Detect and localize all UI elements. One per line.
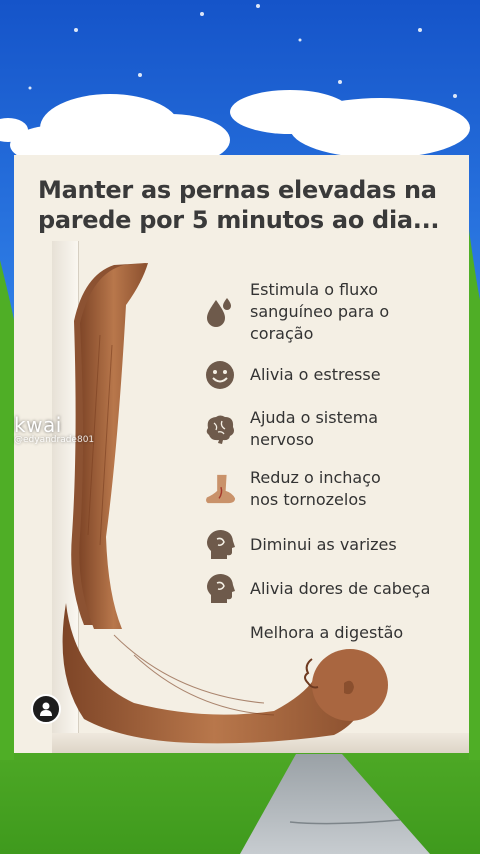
hill-right xyxy=(469,230,480,760)
benefit-item: Reduz o inchaço nos tornozelos xyxy=(204,467,464,511)
smile-face-icon xyxy=(204,359,236,391)
foot-icon xyxy=(204,473,236,505)
benefit-text: Alivia dores de cabeça xyxy=(250,579,431,598)
hill-left xyxy=(0,260,14,760)
user-icon xyxy=(40,702,52,716)
creator-handle: @edyandrade801 xyxy=(14,435,95,445)
benefit-icon-placeholder xyxy=(204,617,236,649)
benefit-text: Melhora a digestão xyxy=(250,623,404,642)
benefit-text: Diminui as varizes xyxy=(250,535,397,554)
leg-front xyxy=(79,263,148,629)
benefit-item: Alivia dores de cabeça xyxy=(204,573,464,605)
infographic-card: Manter as pernas elevadas na parede por … xyxy=(14,155,469,753)
profile-avatar-button[interactable] xyxy=(31,694,61,724)
benefit-text: Estimula o fluxo sanguíneo para o coraçã… xyxy=(250,280,390,343)
benefit-item: Alivia o estresse xyxy=(204,359,464,391)
benefit-item: Estimula o fluxo sanguíneo para o coraçã… xyxy=(204,279,464,345)
legs-up-wall-figure xyxy=(62,263,388,744)
benefit-item: Melhora a digestão xyxy=(204,617,464,649)
head-profile-icon xyxy=(204,529,236,561)
benefit-text: Ajuda o sistema nervoso xyxy=(250,408,379,449)
kwai-logo: kwai xyxy=(14,413,62,437)
brain-icon xyxy=(204,413,236,445)
water-drop-icon xyxy=(204,296,236,328)
kwai-watermark: kwai @edyandrade801 xyxy=(14,413,94,445)
benefit-text: Alivia o estresse xyxy=(250,365,381,384)
benefit-item: Ajuda o sistema nervoso xyxy=(204,407,464,451)
benefit-text: Reduz o inchaço nos tornozelos xyxy=(250,468,381,509)
head-profile-icon xyxy=(204,573,236,605)
benefit-item: Diminui as varizes xyxy=(204,529,464,561)
